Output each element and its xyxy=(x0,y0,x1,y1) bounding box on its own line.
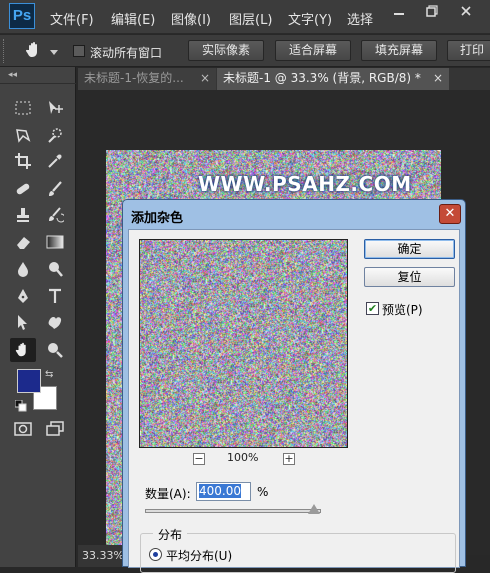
tab-active-document[interactable]: 未标题-1 @ 33.3% (背景, RGB/8) * xyxy=(217,68,449,90)
default-colors-icon[interactable] xyxy=(14,399,27,415)
amount-unit: % xyxy=(257,485,269,499)
fill-screen-button[interactable]: 填充屏幕 xyxy=(361,40,437,61)
clone-stamp-tool-icon[interactable] xyxy=(10,203,36,227)
tab-restored-document[interactable]: 未标题-1-恢复的... xyxy=(78,68,216,90)
preview-checkbox[interactable]: ✔ xyxy=(366,302,379,315)
actual-pixels-button[interactable]: 实际像素 xyxy=(188,40,264,61)
options-bar: 滚动所有窗口 实际像素 适合屏幕 填充屏幕 打印 xyxy=(0,35,490,67)
restore-icon[interactable] xyxy=(421,4,443,22)
zoom-in-button[interactable]: + xyxy=(283,453,295,465)
custom-shape-tool-icon[interactable] xyxy=(42,310,68,334)
watermark-text: WWW.PSAHZ.COM xyxy=(198,172,412,196)
app-logo: Ps xyxy=(9,3,35,29)
toolbox: ◂◂ ⇆ xyxy=(0,67,76,567)
tab-label: 未标题-1 @ 33.3% (背景, RGB/8) * xyxy=(223,71,421,85)
history-brush-tool-icon[interactable] xyxy=(42,203,68,227)
marquee-tool-icon[interactable] xyxy=(10,96,36,120)
pen-tool-icon[interactable] xyxy=(10,284,36,308)
tab-close-icon[interactable]: × xyxy=(433,71,443,85)
dialog-title: 添加杂色 xyxy=(131,211,184,226)
blur-tool-icon[interactable] xyxy=(10,257,36,281)
hand-tool-icon[interactable] xyxy=(10,338,36,362)
menu-bar: Ps 文件(F) 编辑(E) 图像(I) 图层(L) 文字(Y) 选择 xyxy=(0,0,490,34)
quick-mask-icon[interactable] xyxy=(10,417,36,441)
eyedropper-tool-icon[interactable] xyxy=(42,149,68,173)
zoom-out-button[interactable]: − xyxy=(193,453,205,465)
collapse-panel-icon[interactable]: ◂◂ xyxy=(8,70,17,80)
hand-tool-icon[interactable] xyxy=(24,40,44,63)
amount-slider-thumb[interactable] xyxy=(307,504,320,514)
eraser-tool-icon[interactable] xyxy=(10,230,36,254)
preview-zoom-level: 100% xyxy=(227,451,259,464)
dodge-tool-icon[interactable] xyxy=(42,257,68,281)
menu-image[interactable]: 图像(I) xyxy=(171,9,211,28)
tab-label: 未标题-1-恢复的... xyxy=(84,71,184,85)
scroll-all-windows-label: 滚动所有窗口 xyxy=(90,46,163,60)
fit-screen-button[interactable]: 适合屏幕 xyxy=(275,40,351,61)
add-noise-dialog: 添加杂色 ✕ − 100% + 确定 复位 ✔ 预览(P) 数量(A): 400… xyxy=(122,199,466,573)
ok-button[interactable]: 确定 xyxy=(364,239,455,259)
dialog-body: − 100% + 确定 复位 ✔ 预览(P) 数量(A): 400.00 % 分… xyxy=(128,229,460,573)
noise-preview[interactable] xyxy=(139,239,348,448)
type-tool-icon[interactable] xyxy=(42,284,68,308)
tool-preset-dropdown-icon[interactable] xyxy=(50,45,58,59)
healing-brush-tool-icon[interactable] xyxy=(10,177,36,201)
noise-preview-image xyxy=(140,240,347,447)
amount-slider-track[interactable] xyxy=(145,509,321,513)
crop-tool-icon[interactable] xyxy=(10,149,36,173)
menu-file[interactable]: 文件(F) xyxy=(50,9,94,28)
quick-selection-tool-icon[interactable] xyxy=(42,123,68,147)
document-tab-bar: 未标题-1-恢复的... × 未标题-1 @ 33.3% (背景, RGB/8)… xyxy=(78,68,490,90)
print-size-button[interactable]: 打印 xyxy=(447,40,490,61)
uniform-radio[interactable] xyxy=(149,548,162,561)
tab-close-icon[interactable]: × xyxy=(200,71,210,85)
move-tool-icon[interactable] xyxy=(42,96,68,120)
distribution-label: 分布 xyxy=(153,526,188,543)
grip-handle xyxy=(3,39,6,63)
amount-label: 数量(A): xyxy=(145,487,191,501)
foreground-color-swatch[interactable] xyxy=(17,369,41,393)
screen-mode-icon[interactable] xyxy=(42,417,68,441)
close-icon[interactable] xyxy=(455,4,477,22)
preview-label: 预览(P) xyxy=(382,303,423,317)
brush-tool-icon[interactable] xyxy=(42,177,68,201)
uniform-label: 平均分布(U) xyxy=(166,549,233,563)
dialog-close-button[interactable]: ✕ xyxy=(439,204,461,224)
gradient-tool-icon[interactable] xyxy=(42,230,68,254)
menu-type[interactable]: 文字(Y) xyxy=(288,9,332,28)
path-selection-tool-icon[interactable] xyxy=(10,310,36,334)
zoom-tool-icon[interactable] xyxy=(42,338,68,362)
minimize-icon[interactable] xyxy=(388,4,410,22)
reset-button[interactable]: 复位 xyxy=(364,267,455,287)
menu-select[interactable]: 选择 xyxy=(347,9,373,28)
menu-edit[interactable]: 编辑(E) xyxy=(111,9,155,28)
amount-value: 400.00 xyxy=(199,484,241,498)
lasso-tool-icon[interactable] xyxy=(10,123,36,147)
zoom-status: 33.33% xyxy=(78,545,126,567)
amount-input[interactable]: 400.00 xyxy=(196,482,251,501)
scroll-all-windows-checkbox[interactable] xyxy=(73,45,85,57)
swap-colors-icon[interactable]: ⇆ xyxy=(45,369,53,380)
menu-layer[interactable]: 图层(L) xyxy=(229,9,272,28)
